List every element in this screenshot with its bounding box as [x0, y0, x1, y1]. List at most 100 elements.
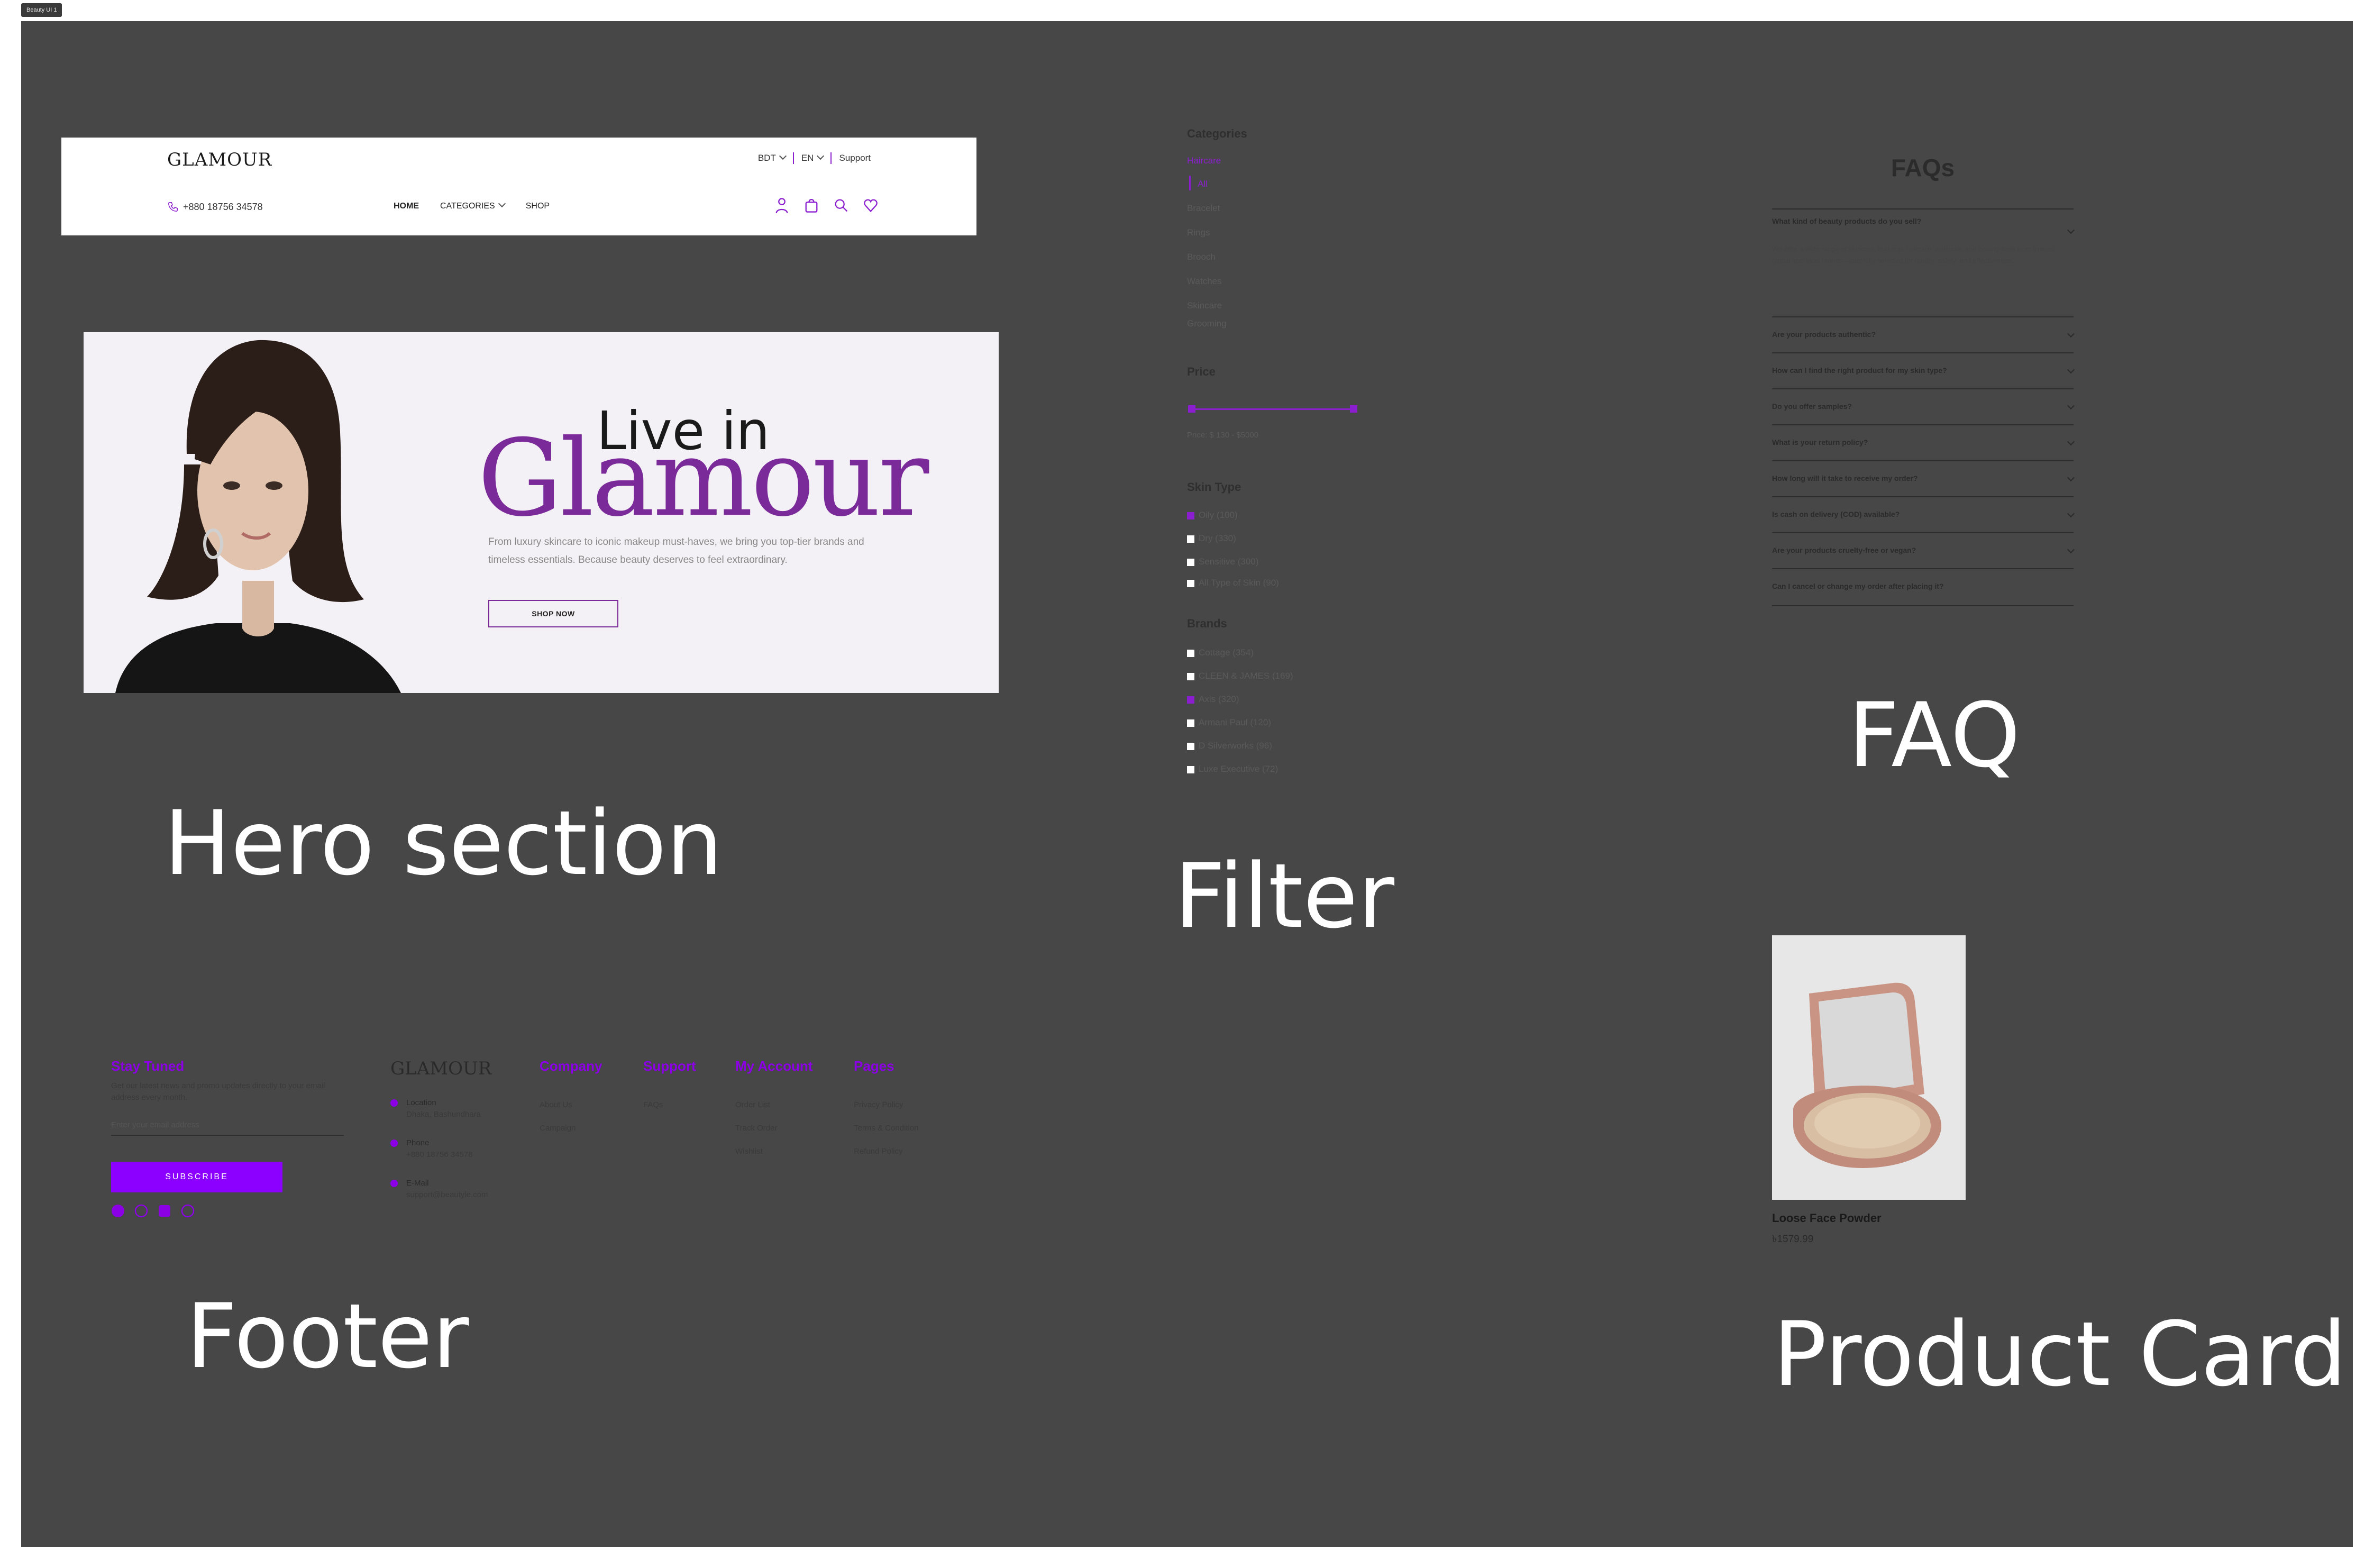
- faq-item[interactable]: How long will it take to receive my orde…: [1772, 460, 2075, 497]
- faq-question: What kind of beauty products do you sell…: [1772, 217, 1922, 225]
- faq-item[interactable]: Do you offer samples?: [1772, 388, 2075, 425]
- chevron-down-icon: [2067, 366, 2075, 374]
- footer-link[interactable]: Terms & Condition: [854, 1124, 919, 1133]
- language-value: EN: [801, 153, 814, 163]
- footer-column-title: Support: [643, 1058, 696, 1074]
- filter-section-label: Filter: [1174, 844, 1395, 948]
- brand-option[interactable]: Armani Paul (120): [1187, 717, 1271, 728]
- faq-question: Is cash on delivery (COD) available?: [1772, 510, 1900, 518]
- footer-link[interactable]: Campaign: [540, 1124, 576, 1133]
- skin-type-label: Dry (330): [1199, 533, 1236, 543]
- skin-type-option[interactable]: All Type of Skin (90): [1187, 578, 1279, 588]
- checkbox[interactable]: [1187, 765, 1194, 773]
- category-all[interactable]: All: [1198, 179, 1208, 189]
- product-name[interactable]: Loose Face Powder: [1772, 1211, 1882, 1225]
- currency-select[interactable]: BDT: [758, 152, 787, 163]
- faq-question: Do you offer samples?: [1772, 402, 1852, 411]
- faq-item[interactable]: Are your products authentic?: [1772, 316, 2075, 353]
- faq-answer: We offer a wide range of skincare, makeu…: [1772, 245, 2055, 265]
- faq-item[interactable]: Are your products cruelty-free or vegan?: [1772, 532, 2075, 569]
- social-icons: [111, 1204, 195, 1218]
- chevron-down-icon: [779, 152, 787, 160]
- checkbox[interactable]: [1187, 649, 1194, 657]
- email-input[interactable]: Enter your email address: [111, 1120, 344, 1136]
- footer-column-title: Pages: [854, 1058, 894, 1074]
- checkbox[interactable]: [1187, 672, 1194, 680]
- hero-banner: Live in Glamour From luxury skincare to …: [84, 332, 999, 693]
- divider: [830, 152, 832, 164]
- brand-option[interactable]: D Silverworks (96): [1187, 741, 1272, 751]
- checkbox[interactable]: [1187, 742, 1194, 750]
- category-item[interactable]: Watches: [1187, 276, 1222, 287]
- footer-link[interactable]: Privacy Policy: [854, 1100, 903, 1109]
- category-item[interactable]: Rings: [1187, 227, 1210, 238]
- checkbox[interactable]: [1187, 579, 1194, 587]
- shop-now-button[interactable]: SHOP NOW: [488, 600, 618, 627]
- footer-section-label: Footer: [186, 1284, 469, 1388]
- skin-type-label: Sensitive (300): [1199, 557, 1259, 567]
- nav-home[interactable]: HOME: [394, 202, 419, 211]
- faq-item-expanded[interactable]: What kind of beauty products do you sell…: [1772, 208, 2075, 317]
- support-link[interactable]: Support: [839, 153, 871, 163]
- instagram-icon[interactable]: [134, 1204, 148, 1218]
- faq-question: What is your return policy?: [1772, 438, 1868, 446]
- checkbox[interactable]: [1187, 535, 1194, 543]
- checkbox[interactable]: [1187, 719, 1194, 727]
- user-icon[interactable]: [774, 197, 789, 214]
- faq-item[interactable]: Is cash on delivery (COD) available?: [1772, 496, 2075, 533]
- checkbox-checked[interactable]: [1187, 512, 1194, 519]
- nav-categories[interactable]: CATEGORIES: [440, 199, 506, 211]
- footer-link[interactable]: FAQs: [643, 1100, 663, 1109]
- checkbox[interactable]: [1187, 558, 1194, 566]
- chevron-down-icon: [2067, 437, 2075, 446]
- chevron-down-icon: [2067, 330, 2075, 338]
- youtube-icon[interactable]: [181, 1204, 195, 1218]
- footer-logo[interactable]: GLAMOUR: [390, 1058, 491, 1079]
- header-icons: [774, 197, 878, 214]
- bag-icon[interactable]: [804, 197, 819, 214]
- chevron-down-icon: [2067, 545, 2075, 554]
- footer-link[interactable]: Track Order: [735, 1124, 777, 1133]
- category-item[interactable]: Brooch: [1187, 252, 1216, 262]
- search-icon[interactable]: [834, 197, 848, 214]
- heart-icon[interactable]: [863, 197, 878, 214]
- brand-option[interactable]: Luxe Executive (72): [1187, 764, 1278, 774]
- category-group-haircare[interactable]: Haircare: [1187, 156, 1221, 166]
- subscribe-button[interactable]: SUBSCRIBE: [111, 1162, 282, 1192]
- language-select[interactable]: EN: [801, 152, 825, 163]
- email-label: E-Mail: [406, 1179, 429, 1188]
- nav-shop[interactable]: SHOP: [526, 202, 550, 211]
- chevron-down-icon: [2067, 402, 2075, 410]
- skin-type-option[interactable]: Sensitive (300): [1187, 557, 1258, 567]
- category-item[interactable]: Grooming: [1187, 318, 1227, 329]
- brand-option[interactable]: Cottage (354): [1187, 648, 1254, 658]
- faq-item[interactable]: How can I find the right product for my …: [1772, 352, 2075, 389]
- brand-label: Axis (320): [1199, 694, 1239, 704]
- skin-type-option[interactable]: Oily (100): [1187, 510, 1238, 521]
- selected-indicator: [1189, 176, 1191, 190]
- header-phone: +880 18756 34578: [167, 201, 263, 213]
- facebook-icon[interactable]: [111, 1204, 125, 1218]
- brand-option[interactable]: CLEEN & JAMES (169): [1187, 671, 1293, 681]
- footer-link[interactable]: Order List: [735, 1100, 770, 1109]
- brand-label: Cottage (354): [1199, 648, 1254, 658]
- category-item[interactable]: Skincare: [1187, 300, 1222, 311]
- price-slider-max-handle[interactable]: [1350, 405, 1357, 413]
- faq-question: Can I cancel or change my order after pl…: [1772, 582, 1944, 590]
- linkedin-icon[interactable]: [158, 1204, 171, 1218]
- product-image: [1772, 935, 1966, 1200]
- footer-link[interactable]: Refund Policy: [854, 1147, 903, 1156]
- brands-title: Brands: [1187, 617, 1227, 630]
- checkbox-checked[interactable]: [1187, 696, 1194, 704]
- footer-link[interactable]: About Us: [540, 1100, 572, 1109]
- email-value: support@beautyle.com: [406, 1190, 488, 1199]
- header-logo[interactable]: GLAMOUR: [167, 149, 272, 170]
- brand-option[interactable]: Axis (320): [1187, 694, 1239, 705]
- hero-tagline: From luxury skincare to iconic makeup mu…: [488, 536, 864, 566]
- footer-link[interactable]: Wishlist: [735, 1147, 763, 1156]
- faq-item[interactable]: What is your return policy?: [1772, 424, 2075, 461]
- skin-type-option[interactable]: Dry (330): [1187, 533, 1236, 544]
- faq-item[interactable]: Can I cancel or change my order after pl…: [1772, 568, 2074, 606]
- category-item[interactable]: Bracelet: [1187, 203, 1220, 214]
- price-slider-min-handle[interactable]: [1188, 405, 1195, 413]
